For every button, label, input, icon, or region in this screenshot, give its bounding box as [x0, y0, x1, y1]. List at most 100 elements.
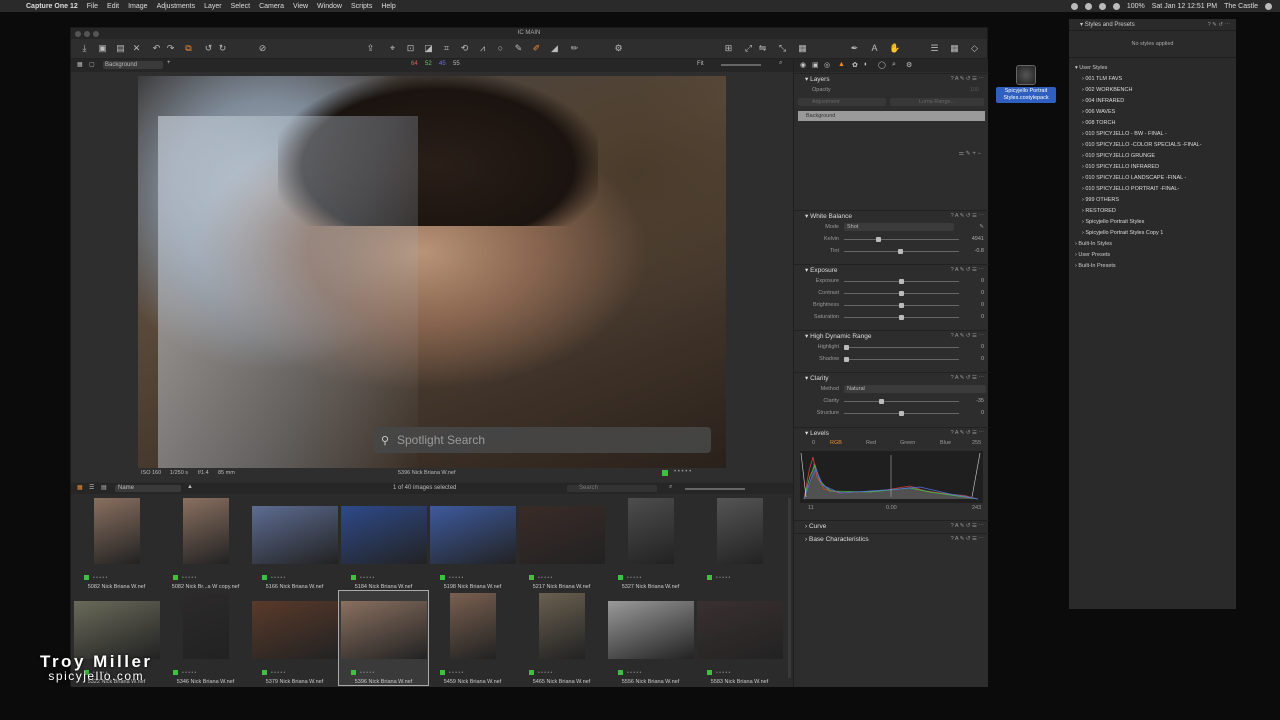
- color-tag[interactable]: [707, 575, 712, 581]
- menu-image[interactable]: Image: [128, 3, 147, 10]
- user-name[interactable]: The Castle: [1224, 3, 1258, 10]
- zoom-window-button[interactable]: [93, 31, 99, 37]
- menu-camera[interactable]: Camera: [259, 3, 284, 10]
- import-icon[interactable]: ⤓: [79, 43, 90, 54]
- filmstrip-layout-icon[interactable]: ▤: [101, 484, 107, 491]
- tools-toggle-icon[interactable]: ◇: [969, 43, 980, 54]
- tab-local-icon[interactable]: ⌕: [892, 61, 896, 69]
- shadow-value[interactable]: 0: [981, 353, 984, 365]
- structure-knob[interactable]: [899, 411, 904, 416]
- thumbnail[interactable]: • • • • •: [695, 496, 784, 590]
- structure-slider[interactable]: [844, 411, 959, 416]
- brightness-knob[interactable]: [899, 303, 904, 308]
- user-style-item[interactable]: › Spicyjello Portrait Styles: [1069, 217, 1236, 228]
- copy-icon[interactable]: ▤: [115, 43, 126, 54]
- tint-knob[interactable]: [898, 249, 903, 254]
- main-photo[interactable]: [138, 76, 726, 468]
- background-layer[interactable]: Background: [798, 111, 985, 121]
- layer-select[interactable]: Background: [103, 61, 163, 69]
- list-layout-icon[interactable]: ☰: [89, 484, 94, 491]
- browser-toggle-icon[interactable]: ☰: [929, 43, 940, 54]
- clarity-header[interactable]: ▾ Clarity? A ✎ ↺ ☰ ⋯: [794, 372, 989, 383]
- kelvin-knob[interactable]: [876, 237, 881, 242]
- thumbnail-size-slider[interactable]: [685, 488, 745, 490]
- exposure-knob[interactable]: [899, 279, 904, 284]
- pan-cursor-icon[interactable]: ⌖: [387, 43, 398, 54]
- text-icon[interactable]: A: [869, 43, 880, 54]
- dropbox-icon[interactable]: [1070, 2, 1078, 10]
- thumbnail-rating[interactable]: • • • • •: [84, 575, 144, 581]
- shadow-slider[interactable]: [844, 357, 959, 362]
- user-style-item[interactable]: › 010 SPICYJELLO PORTRAIT -FINAL-: [1069, 184, 1236, 195]
- thumbnail-rating[interactable]: • • • • •: [351, 670, 411, 676]
- thumbnail-rating[interactable]: • • • • •: [618, 575, 678, 581]
- tint-value[interactable]: -0.8: [975, 245, 984, 257]
- thumbnail[interactable]: • • • • • 5583 Nick Briana W.nef: [695, 591, 784, 685]
- prohibit-icon[interactable]: ⊘: [257, 43, 268, 54]
- eyedropper-icon[interactable]: ✎: [979, 221, 984, 233]
- spotlight-icon[interactable]: [1265, 2, 1272, 10]
- thumbnail-rating[interactable]: • • • • •: [440, 575, 500, 581]
- channel-rgb[interactable]: RGB: [830, 438, 842, 448]
- levels-header[interactable]: ▾ Levels? A ✎ ↺ ☰ ⋯: [794, 427, 989, 438]
- keystone-icon[interactable]: ⩘: [477, 43, 488, 54]
- redo-icon[interactable]: ↷: [165, 43, 176, 54]
- loupe-icon[interactable]: ⊡: [405, 43, 416, 54]
- luma-range-button[interactable]: Luma Range...: [890, 98, 984, 106]
- color-tag[interactable]: [618, 575, 623, 581]
- gradient-icon[interactable]: ◢: [549, 43, 560, 54]
- saturation-knob[interactable]: [899, 315, 904, 320]
- highlight-knob[interactable]: [844, 345, 849, 350]
- built-in-presets-group[interactable]: › Built-In Presets: [1069, 261, 1236, 272]
- kelvin-slider[interactable]: [844, 237, 959, 242]
- user-style-item[interactable]: › 010 SPICYJELLO INFRARED: [1069, 162, 1236, 173]
- channel-blue[interactable]: Blue: [940, 438, 951, 448]
- color-tag[interactable]: [262, 670, 267, 676]
- compare-icon[interactable]: ⇋: [757, 43, 768, 54]
- exposure-header[interactable]: ▾ Exposure? A ✎ ↺ ☰ ⋯: [794, 264, 989, 275]
- thumbnail-rating[interactable]: • • • • •: [529, 575, 589, 581]
- add-layer-icon[interactable]: +: [167, 60, 171, 66]
- user-style-item[interactable]: › RESTORED: [1069, 206, 1236, 217]
- annotate-icon[interactable]: ✎: [513, 43, 524, 54]
- shadow-knob[interactable]: [844, 357, 849, 362]
- menu-window[interactable]: Window: [317, 3, 342, 10]
- zoom-search-icon[interactable]: ⌕: [779, 60, 782, 67]
- thumbnail-rating[interactable]: • • • • •: [440, 670, 500, 676]
- hdr-header[interactable]: ▾ High Dynamic Range? A ✎ ↺ ☰ ⋯: [794, 330, 989, 341]
- spot-icon[interactable]: ○: [495, 43, 506, 54]
- image-viewer[interactable]: ⚲ Spotlight Search ISO 160 1/250 s f/1.4…: [71, 72, 793, 482]
- rating-stars[interactable]: • • • • •: [674, 469, 691, 475]
- thumbnail-rating[interactable]: • • • • •: [262, 670, 322, 676]
- rotate-icon[interactable]: ↻: [217, 43, 228, 54]
- thumbnail-rating[interactable]: • • • • •: [351, 575, 411, 581]
- saturation-slider[interactable]: [844, 315, 959, 320]
- levels-high-value[interactable]: 243: [972, 503, 981, 513]
- tab-capture-icon[interactable]: ▣: [812, 61, 819, 69]
- settings-icon[interactable]: ⚙: [613, 43, 624, 54]
- user-style-item[interactable]: › Spicyjello Portrait Styles Copy 1: [1069, 228, 1236, 239]
- layers-header[interactable]: ▾ Layers? A ✎ ↺ ☰ ⋯: [794, 73, 989, 84]
- built-in-styles-group[interactable]: › Built-In Styles: [1069, 239, 1236, 250]
- wifi-icon[interactable]: [1098, 2, 1106, 10]
- tab-exposure-icon[interactable]: ◐: [864, 61, 868, 68]
- thumbnail[interactable]: • • • • • 5198 Nick Briana W.nef: [428, 496, 517, 590]
- user-presets-group[interactable]: › User Presets: [1069, 250, 1236, 261]
- grid-layout-icon[interactable]: ▦: [77, 484, 83, 491]
- menu-scripts[interactable]: Scripts: [351, 3, 372, 10]
- thumbnail[interactable]: • • • • • 5166 Nick Briana W.nef: [250, 496, 339, 590]
- thumbnail[interactable]: • • • • • 5217 Nick Briana W.nef: [517, 496, 606, 590]
- user-style-item[interactable]: › 008 TORCH: [1069, 118, 1236, 129]
- clarity-slider[interactable]: [844, 399, 959, 404]
- highlight-slider[interactable]: [844, 345, 959, 350]
- color-tag[interactable]: [529, 670, 534, 676]
- channel-red[interactable]: Red: [866, 438, 876, 448]
- minimize-window-button[interactable]: [84, 31, 90, 37]
- menu-help[interactable]: Help: [381, 3, 395, 10]
- user-style-item[interactable]: › 010 SPICYJELLO LANDSCAPE -FINAL -: [1069, 173, 1236, 184]
- clock[interactable]: Sat Jan 12 12:51 PM: [1152, 3, 1217, 10]
- sort-direction-icon[interactable]: ▲: [187, 484, 193, 490]
- adjustment-select[interactable]: Adjustment: [798, 98, 886, 106]
- color-tag[interactable]: [618, 670, 623, 676]
- user-style-item[interactable]: › 010 SPICYJELLO -COLOR SPECIALS -FINAL-: [1069, 140, 1236, 151]
